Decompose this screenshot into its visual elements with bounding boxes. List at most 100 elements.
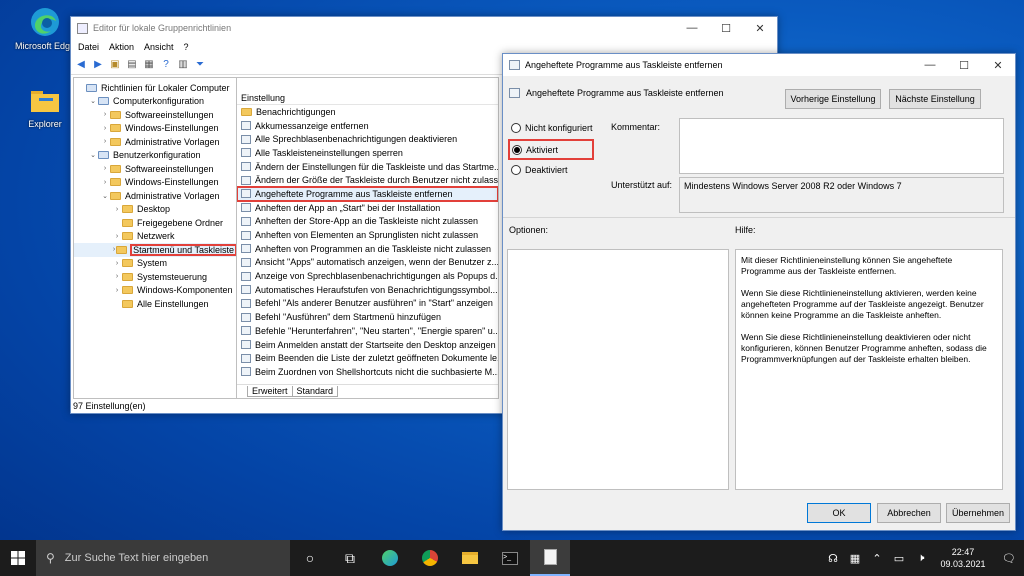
tree-item[interactable]: Freigegebene Ordner [74,216,236,230]
desktop-icon-edge[interactable]: Microsoft Edge [12,6,78,51]
volume-icon[interactable]: 🕨 [910,540,932,576]
edge-taskbar-icon[interactable] [370,540,410,576]
tree-item[interactable]: Alle Einstellungen [74,297,236,311]
cortana-icon[interactable]: ○ [290,540,330,576]
list-item-setting[interactable]: Anheften von Elementen an Sprunglisten n… [237,228,498,242]
show-hide-tree-icon[interactable]: ▤ [125,58,139,72]
clock[interactable]: 22:47 09.03.2021 [932,546,994,570]
start-button[interactable] [0,540,36,576]
chevron-right-icon[interactable]: › [100,138,110,145]
search-box[interactable]: ⚲ Zur Suche Text hier eingeben [36,540,290,576]
list-item-setting[interactable]: Alle Sprechblasenbenachrichtigungen deak… [237,132,498,146]
column-header-einstellung[interactable]: Einstellung [237,91,498,105]
list-item-setting[interactable]: Ansicht "Apps" automatisch anzeigen, wen… [237,256,498,270]
chevron-right-icon[interactable]: › [112,233,122,240]
chevron-right-icon[interactable]: › [112,260,122,267]
tree-item[interactable]: ⌄ Computerkonfiguration [74,95,236,109]
chevron-right-icon[interactable]: › [112,287,122,294]
chevron-right-icon[interactable]: › [112,206,122,213]
list-item-setting[interactable]: Beim Anmelden anstatt der Startseite den… [237,338,498,352]
list-item-setting[interactable]: Ändern der Größe der Taskleiste durch Be… [237,173,498,187]
people-icon[interactable]: ☊ [822,540,844,576]
list-item-setting[interactable]: Angeheftete Programme aus Taskleiste ent… [237,186,498,202]
list-item-setting[interactable]: Automatisches Heraufstufen von Benachric… [237,283,498,297]
help-icon[interactable]: ? [159,58,173,72]
close-button[interactable]: ✕ [981,54,1015,76]
minimize-button[interactable]: — [675,17,709,39]
apply-button[interactable]: Übernehmen [946,503,1010,523]
action-center-small-icon[interactable]: ▦ [844,540,866,576]
tree-item[interactable]: › System [74,257,236,271]
filter-icon[interactable]: ⏷ [193,58,207,72]
tree-item[interactable]: › Administrative Vorlagen [74,135,236,149]
tree-item[interactable]: › Windows-Einstellungen [74,122,236,136]
chevron-right-icon[interactable]: › [100,165,110,172]
chevron-right-icon[interactable]: › [100,111,110,118]
ok-button[interactable]: OK [807,503,871,523]
radio-nicht-konfiguriert[interactable]: Nicht konfiguriert [511,120,593,136]
gpedit-titlebar[interactable]: Editor für lokale Gruppenrichtlinien — ☐… [71,17,777,39]
list-item-setting[interactable]: Befehl "Als anderer Benutzer ausführen" … [237,297,498,311]
chevron-down-icon[interactable]: ⌄ [88,97,98,105]
list-item-setting[interactable]: Alle Taskleisteneinstellungen sperren [237,146,498,160]
menu-help[interactable]: ? [179,42,194,52]
tree-item[interactable]: › Windows-Einstellungen [74,176,236,190]
show-hidden-icons-chevron-icon[interactable]: ⌃ [866,540,888,576]
up-folder-icon[interactable]: ▣ [108,58,122,72]
menu-datei[interactable]: Datei [73,42,104,52]
forward-arrow-icon[interactable]: ▶ [91,58,105,72]
minimize-button[interactable]: — [913,54,947,76]
export-list-icon[interactable]: ▦ [142,58,156,72]
list-item-setting[interactable]: Beim Zuordnen von Shellshortcuts nicht d… [237,365,498,379]
list-item-setting[interactable]: Ändern der Einstellungen für die Tasklei… [237,160,498,174]
terminal-icon[interactable]: >_ [490,540,530,576]
menu-ansicht[interactable]: Ansicht [139,42,179,52]
tree-item[interactable]: › Softwareeinstellungen [74,108,236,122]
list-item-folder[interactable]: Benachrichtigungen [237,105,498,119]
list-item-setting[interactable]: Anzeige von Sprechblasenbenachrichtigung… [237,269,498,283]
maximize-button[interactable]: ☐ [709,17,743,39]
list-item-setting[interactable]: Befehle "Herunterfahren", "Neu starten",… [237,324,498,338]
list-item-setting[interactable]: Anheften von Programmen an die Taskleist… [237,242,498,256]
menu-aktion[interactable]: Aktion [104,42,139,52]
chevron-right-icon[interactable]: › [112,273,122,280]
tree-item[interactable]: › Startmenü und Taskleiste [74,243,236,257]
gpedit-taskbar-icon[interactable] [530,540,570,576]
tree-item[interactable]: Richtlinien für Lokaler Computer [74,81,236,95]
tab-erweitert[interactable]: Erweitert [247,386,293,397]
chevron-down-icon[interactable]: ⌄ [100,192,110,200]
chevron-down-icon[interactable]: ⌄ [88,151,98,159]
tree-item[interactable]: › Windows-Komponenten [74,284,236,298]
radio-deaktiviert[interactable]: Deaktiviert [511,162,593,178]
chevron-right-icon[interactable]: › [100,179,110,186]
radio-aktiviert[interactable]: Aktiviert [508,139,594,160]
network-icon[interactable]: ▭ [888,540,910,576]
next-setting-button[interactable]: Nächste Einstellung [889,89,981,109]
list-item-setting[interactable]: Befehl "Ausführen" dem Startmenü hinzufü… [237,310,498,324]
desktop-icon-explorer[interactable]: Explorer [12,84,78,129]
chrome-icon[interactable] [410,540,450,576]
close-button[interactable]: ✕ [743,17,777,39]
list-item-setting[interactable]: Anheften der App an „Start" bei der Inst… [237,201,498,215]
chevron-right-icon[interactable]: › [100,125,110,132]
properties-icon[interactable]: ▥ [176,58,190,72]
tree-item[interactable]: › Softwareeinstellungen [74,162,236,176]
task-view-icon[interactable]: ⧉ [330,540,370,576]
tree-item[interactable]: ⌄ Benutzerkonfiguration [74,149,236,163]
tree-item[interactable]: › Netzwerk [74,230,236,244]
file-explorer-icon[interactable] [450,540,490,576]
tree-item[interactable]: › Desktop [74,203,236,217]
tab-standard[interactable]: Standard [292,386,339,397]
back-arrow-icon[interactable]: ◀ [74,58,88,72]
list-item-setting[interactable]: Akkumessanzeige entfernen [237,119,498,133]
list-item-setting[interactable]: Beim Beenden die Liste der zuletzt geöff… [237,351,498,365]
comment-field[interactable] [679,118,1004,174]
dialog-titlebar[interactable]: Angeheftete Programme aus Taskleiste ent… [503,54,1015,76]
list-item-setting[interactable]: Anheften der Store-App an die Taskleiste… [237,215,498,229]
notifications-icon[interactable]: 🗨 [994,540,1024,576]
tree-item[interactable]: › Systemsteuerung [74,270,236,284]
previous-setting-button[interactable]: Vorherige Einstellung [785,89,881,109]
tree-item[interactable]: ⌄ Administrative Vorlagen [74,189,236,203]
maximize-button[interactable]: ☐ [947,54,981,76]
cancel-button[interactable]: Abbrechen [877,503,941,523]
